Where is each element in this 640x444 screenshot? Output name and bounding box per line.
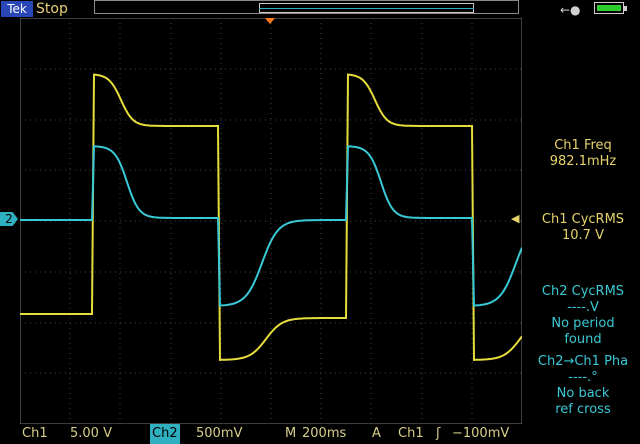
timebase-scale: 200ms bbox=[302, 426, 347, 441]
measurement-note: No back bbox=[556, 386, 610, 401]
measurement-ch1-cycrms: Ch1 CycRMS 10.7 V bbox=[526, 212, 640, 244]
ch1-scale: 5.00 V bbox=[70, 426, 112, 441]
acquisition-status: Stop bbox=[36, 1, 68, 17]
measurement-title: Ch2 CycRMS bbox=[541, 284, 625, 299]
plug-icon: ←● bbox=[560, 3, 581, 17]
ch2-label: Ch2 bbox=[150, 424, 180, 444]
trigger-level-marker: ◀ bbox=[511, 212, 520, 225]
top-status-bar: Tek Stop ←● bbox=[0, 0, 640, 18]
measurement-value: ----.V bbox=[567, 300, 599, 315]
record-window-center-line bbox=[259, 8, 474, 9]
measurement-ch2-ch1-phase: Ch2→Ch1 Pha ----.° No back ref cross bbox=[526, 354, 640, 418]
measurement-note: No period bbox=[551, 316, 615, 331]
measurement-title: Ch2→Ch1 Pha bbox=[537, 354, 629, 369]
ch1-label: Ch1 bbox=[22, 426, 48, 441]
bottom-status-bar: Ch1 5.00 V Ch2 500mV M 200ms A Ch1 ʃ −10… bbox=[0, 424, 640, 444]
trigger-source: Ch1 bbox=[398, 426, 424, 441]
timebase-label: M bbox=[285, 426, 297, 441]
measurement-note: ref cross bbox=[555, 402, 611, 417]
measurement-value: 982.1mHz bbox=[549, 154, 617, 169]
trigger-slope-icon: ʃ bbox=[436, 426, 441, 441]
battery-icon bbox=[594, 2, 627, 14]
measurement-panel: Ch1 Freq 982.1mHz Ch1 CycRMS 10.7 V Ch2 … bbox=[526, 18, 640, 424]
measurement-ch1-freq: Ch1 Freq 982.1mHz bbox=[526, 138, 640, 170]
measurement-title: Ch1 CycRMS bbox=[541, 212, 625, 227]
measurement-ch2-cycrms: Ch2 CycRMS ----.V No period found bbox=[526, 284, 640, 348]
ch2-ground-marker: 2 bbox=[0, 212, 18, 226]
record-view-bar bbox=[94, 0, 519, 14]
brand-logo: Tek bbox=[1, 1, 33, 17]
trigger-label: A bbox=[372, 426, 381, 441]
measurement-value: ----.° bbox=[568, 370, 598, 385]
ch2-scale: 500mV bbox=[196, 426, 243, 441]
measurement-note: found bbox=[564, 332, 602, 347]
trigger-level: −100mV bbox=[452, 426, 510, 441]
measurement-title: Ch1 Freq bbox=[554, 138, 612, 153]
waveform-display bbox=[20, 18, 522, 424]
measurement-value: 10.7 V bbox=[562, 228, 604, 243]
